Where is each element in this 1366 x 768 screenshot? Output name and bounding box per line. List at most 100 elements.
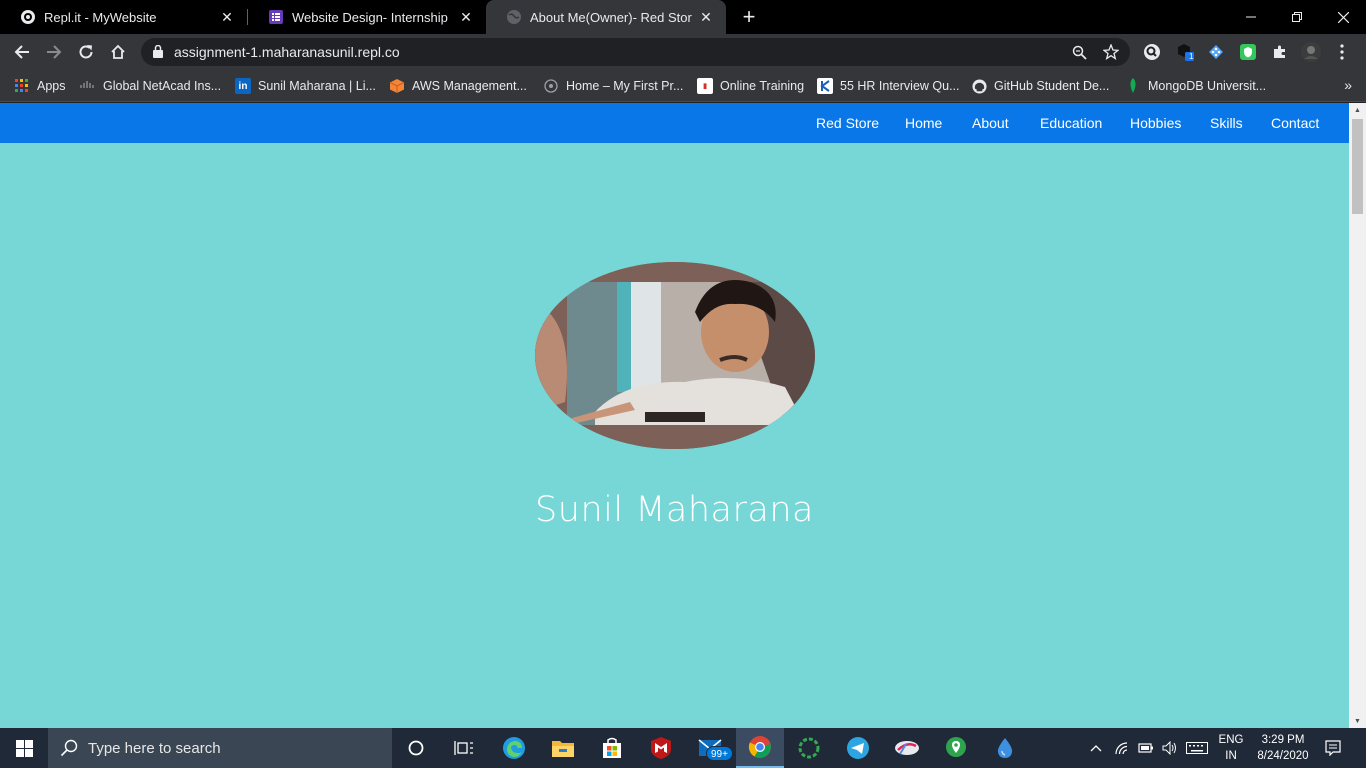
forms-icon xyxy=(268,9,284,25)
close-tab-icon[interactable]: ✕ xyxy=(698,9,714,25)
bookmark-netacad[interactable]: Global NetAcad Ins... xyxy=(80,75,221,97)
language-code: ENG xyxy=(1218,734,1244,746)
back-button[interactable] xyxy=(8,38,36,66)
k-logo-icon xyxy=(817,78,833,94)
bookmarks-overflow-button[interactable]: » xyxy=(1344,77,1352,93)
cortana-icon[interactable] xyxy=(392,728,440,768)
browser-toolbar: assignment-1.maharanasunil.repl.co 1 xyxy=(0,34,1366,70)
keyboard-icon[interactable] xyxy=(1182,728,1212,768)
globe-icon xyxy=(543,78,559,94)
bookmark-label: Global NetAcad Ins... xyxy=(103,79,222,93)
home-button[interactable] xyxy=(104,38,132,66)
chrome-icon[interactable] xyxy=(736,728,784,768)
nav-hobbies[interactable]: Hobbies xyxy=(1130,115,1181,131)
battery-icon[interactable] xyxy=(1134,728,1158,768)
nav-about[interactable]: About xyxy=(972,115,1009,131)
maps-pin-icon[interactable] xyxy=(932,728,980,768)
globe-icon xyxy=(506,9,522,25)
forward-button[interactable] xyxy=(40,38,68,66)
profile-photo xyxy=(535,262,815,449)
close-tab-icon[interactable]: ✕ xyxy=(219,9,235,25)
mcafee-icon[interactable] xyxy=(637,728,685,768)
search-placeholder: Type here to search xyxy=(88,740,221,757)
windows-logo-icon xyxy=(15,739,33,757)
bookmark-apps[interactable]: Apps xyxy=(14,75,66,97)
edge-icon[interactable] xyxy=(490,728,538,768)
input-language[interactable]: ENG IN xyxy=(1216,732,1246,764)
file-explorer-icon[interactable] xyxy=(539,728,587,768)
browser-menu-icon[interactable] xyxy=(1332,42,1352,62)
page-scrollbar[interactable]: ▲ ▼ xyxy=(1349,103,1366,728)
extension-dice-icon[interactable] xyxy=(1206,42,1226,62)
circle-app-icon[interactable] xyxy=(785,728,833,768)
system-clock[interactable]: 3:29 PM 8/24/2020 xyxy=(1252,732,1314,764)
tab-about-me[interactable]: About Me(Owner)- Red Store ✕ xyxy=(486,0,726,34)
close-tab-icon[interactable]: ✕ xyxy=(458,9,474,25)
telegram-icon[interactable] xyxy=(834,728,882,768)
github-icon xyxy=(971,78,987,94)
site-navbar: Red Store Home About Education Hobbies S… xyxy=(0,103,1349,143)
reload-icon xyxy=(79,45,93,59)
aws-cube-icon xyxy=(389,78,405,94)
taskbar-search[interactable]: Type here to search xyxy=(48,728,392,768)
bookmark-label: GitHub Student De... xyxy=(994,79,1110,93)
task-view-icon[interactable] xyxy=(440,728,488,768)
notifications-icon[interactable] xyxy=(1318,728,1348,768)
home-icon xyxy=(111,44,125,59)
clock-date: 8/24/2020 xyxy=(1257,750,1309,762)
start-button[interactable] xyxy=(0,728,48,768)
scrollbar-thumb[interactable] xyxy=(1352,119,1363,214)
cisco-icon xyxy=(80,78,96,94)
bookmark-label: Home – My First Pr... xyxy=(566,79,684,93)
snip-sketch-icon[interactable] xyxy=(883,728,931,768)
url-text[interactable]: assignment-1.maharanasunil.repl.co xyxy=(174,44,400,60)
extension-cube-icon[interactable]: 1 xyxy=(1175,42,1195,62)
wifi-icon[interactable] xyxy=(1110,728,1134,768)
bookmark-aws[interactable]: AWS Management... xyxy=(389,75,527,97)
bookmark-mongodb[interactable]: MongoDB Universit... xyxy=(1125,75,1266,97)
nav-education[interactable]: Education xyxy=(1040,115,1102,131)
region-code: IN xyxy=(1225,750,1237,762)
volume-icon[interactable] xyxy=(1158,728,1182,768)
nav-contact[interactable]: Contact xyxy=(1271,115,1319,131)
reload-button[interactable] xyxy=(72,38,100,66)
replit-icon xyxy=(20,9,36,25)
bookmark-online-training[interactable]: ▮ Online Training xyxy=(697,75,804,97)
profile-avatar[interactable] xyxy=(1301,42,1321,62)
bookmark-star-icon[interactable] xyxy=(1103,44,1119,60)
close-window-button[interactable] xyxy=(1320,0,1366,34)
tab-website-design[interactable]: Website Design- Internship Proje ✕ xyxy=(248,0,486,34)
scroll-up-icon[interactable]: ▲ xyxy=(1349,103,1366,117)
extension-search-icon[interactable] xyxy=(1142,42,1162,62)
bookmark-label: Apps xyxy=(37,79,66,93)
bookmark-github[interactable]: GitHub Student De... xyxy=(971,75,1109,97)
extensions-puzzle-icon[interactable] xyxy=(1270,42,1290,62)
bookmark-home-first[interactable]: Home – My First Pr... xyxy=(543,75,683,97)
minimize-button[interactable] xyxy=(1228,0,1274,34)
show-hidden-icons-icon[interactable] xyxy=(1086,728,1106,768)
store-icon[interactable] xyxy=(588,728,636,768)
windows-taskbar: Type here to search 99+ ENG IN 3:29 PM 8… xyxy=(0,728,1366,768)
water-drop-icon[interactable] xyxy=(981,728,1029,768)
zoom-icon[interactable] xyxy=(1071,44,1087,60)
forward-arrow-icon xyxy=(47,45,62,59)
nav-red-store[interactable]: Red Store xyxy=(816,115,879,131)
extension-badge: 1 xyxy=(1189,52,1194,61)
linkedin-icon: in xyxy=(235,78,251,94)
lock-icon[interactable] xyxy=(153,44,163,63)
bookmark-hr-interview[interactable]: 55 HR Interview Qu... xyxy=(817,75,960,97)
restore-button[interactable] xyxy=(1274,0,1320,34)
nav-skills[interactable]: Skills xyxy=(1210,115,1243,131)
extension-shield-icon[interactable] xyxy=(1238,42,1258,62)
tab-replit[interactable]: Repl.it - MyWebsite ✕ xyxy=(0,0,247,34)
page-viewport: Red Store Home About Education Hobbies S… xyxy=(0,103,1349,728)
scroll-down-icon[interactable]: ▼ xyxy=(1349,714,1366,728)
tab-strip: Repl.it - MyWebsite ✕ Website Design- In… xyxy=(0,0,1366,34)
nav-home[interactable]: Home xyxy=(905,115,942,131)
bookmark-linkedin[interactable]: in Sunil Maharana | Li... xyxy=(235,75,376,97)
address-bar[interactable]: assignment-1.maharanasunil.repl.co xyxy=(141,38,1130,66)
back-arrow-icon xyxy=(14,45,29,59)
new-tab-button[interactable]: + xyxy=(738,4,760,29)
bookmark-label: Online Training xyxy=(720,79,805,93)
bookmark-label: 55 HR Interview Qu... xyxy=(840,79,960,93)
